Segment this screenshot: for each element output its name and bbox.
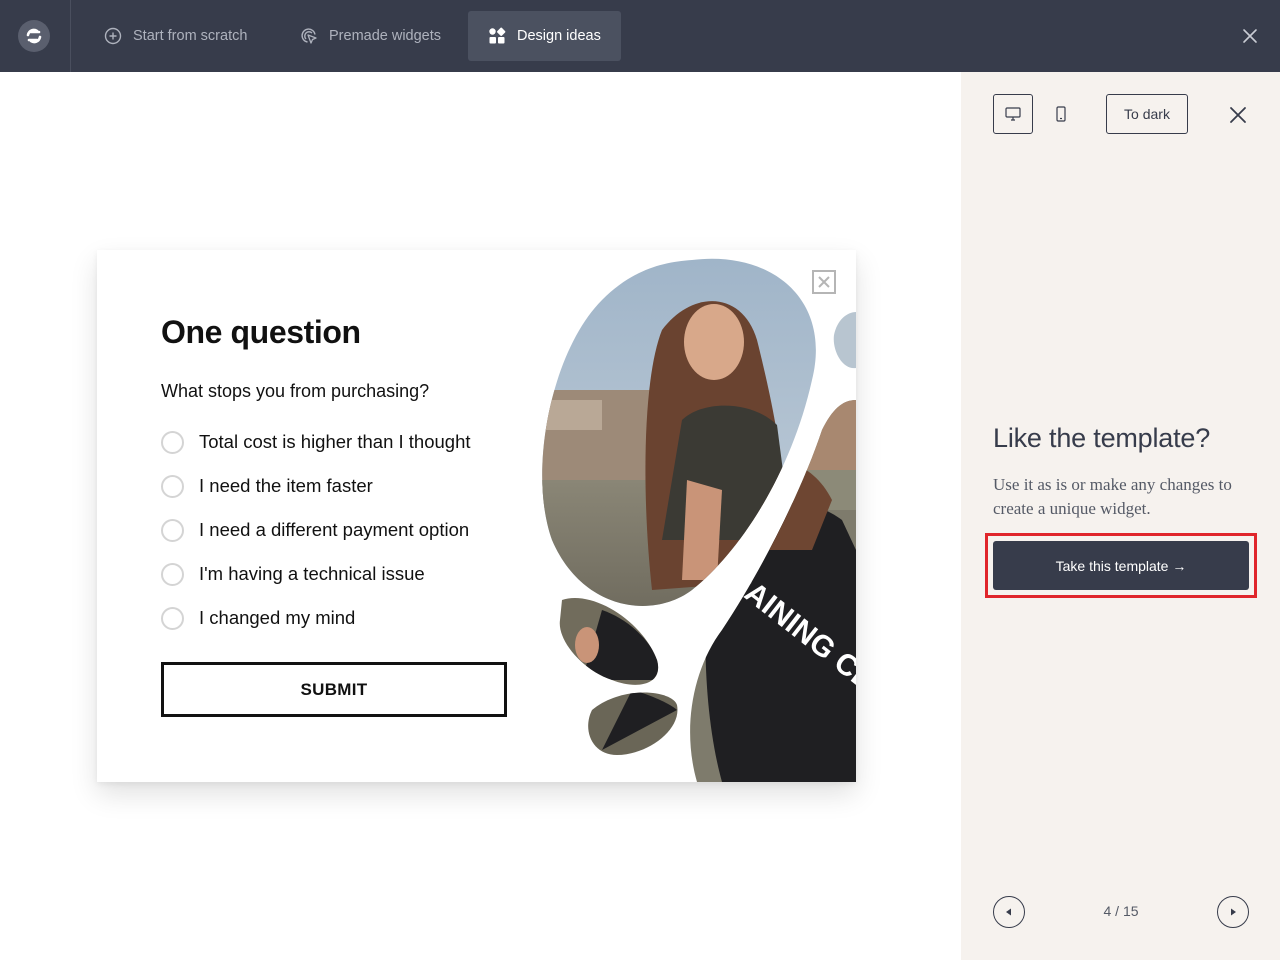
- radio-circle[interactable]: [161, 474, 184, 498]
- take-template-button[interactable]: Take this template →: [993, 541, 1249, 590]
- panel-title: Like the template?: [993, 423, 1211, 453]
- logo-cell: [0, 0, 71, 72]
- widget-title: One question: [161, 314, 361, 350]
- radio-circle[interactable]: [161, 562, 184, 586]
- widget-close-button[interactable]: [812, 270, 836, 294]
- tab-label: Start from scratch: [133, 28, 248, 44]
- tab-label: Premade widgets: [329, 28, 442, 44]
- tab-label: Design ideas: [517, 28, 601, 44]
- mobile-icon: [1056, 106, 1066, 122]
- app-logo-icon[interactable]: [18, 20, 50, 52]
- previous-template-button[interactable]: [993, 896, 1025, 928]
- desktop-icon: [1005, 107, 1021, 121]
- tab-design-ideas[interactable]: Design ideas: [468, 11, 621, 61]
- radio-circle[interactable]: [161, 430, 184, 454]
- panel-description: Use it as is or make any changes to crea…: [993, 475, 1232, 518]
- template-side-panel: To dark Like the template? Use it as is …: [961, 72, 1280, 960]
- plus-circle-icon: [104, 27, 122, 45]
- option-label: I need the item faster: [199, 475, 373, 496]
- option-label: I changed my mind: [199, 607, 356, 628]
- close-icon: [818, 276, 830, 288]
- option-radio[interactable]: Total cost is higher than I thought: [161, 430, 471, 454]
- cursor-target-icon: [301, 28, 317, 44]
- option-radio[interactable]: I need the item faster: [161, 474, 373, 498]
- triangle-right-icon: [1231, 908, 1236, 916]
- widget-preview: One question What stops you from purchas…: [97, 250, 856, 782]
- option-label: Total cost is higher than I thought: [199, 431, 471, 452]
- option-radio[interactable]: I changed my mind: [161, 606, 355, 630]
- option-label: I'm having a technical issue: [199, 563, 425, 584]
- desktop-view-button[interactable]: [993, 94, 1033, 134]
- close-icon[interactable]: [1227, 104, 1249, 126]
- widget-question: What stops you from purchasing?: [161, 381, 430, 401]
- pager-count: 4 / 15: [1103, 903, 1139, 919]
- mobile-view-button[interactable]: [1041, 94, 1081, 134]
- option-radio[interactable]: I need a different payment option: [161, 518, 469, 542]
- close-icon[interactable]: [1240, 26, 1260, 46]
- option-radio[interactable]: I'm having a technical issue: [161, 562, 425, 586]
- radio-circle[interactable]: [161, 606, 184, 630]
- submit-button[interactable]: SUBMIT: [161, 662, 507, 717]
- tab-start-from-scratch[interactable]: Start from scratch: [84, 11, 267, 61]
- option-label: I need a different payment option: [199, 519, 470, 540]
- widgets-grid-icon: [489, 27, 506, 44]
- next-template-button[interactable]: [1217, 896, 1249, 928]
- triangle-left-icon: [1006, 908, 1011, 916]
- to-dark-button[interactable]: To dark: [1106, 94, 1188, 134]
- radio-circle[interactable]: [161, 518, 184, 542]
- hero-photo-collage: RAINING CLUB: [542, 258, 856, 782]
- top-bar: Start from scratch Premade widgets Desig…: [0, 0, 1280, 72]
- tab-premade-widgets[interactable]: Premade widgets: [280, 11, 461, 61]
